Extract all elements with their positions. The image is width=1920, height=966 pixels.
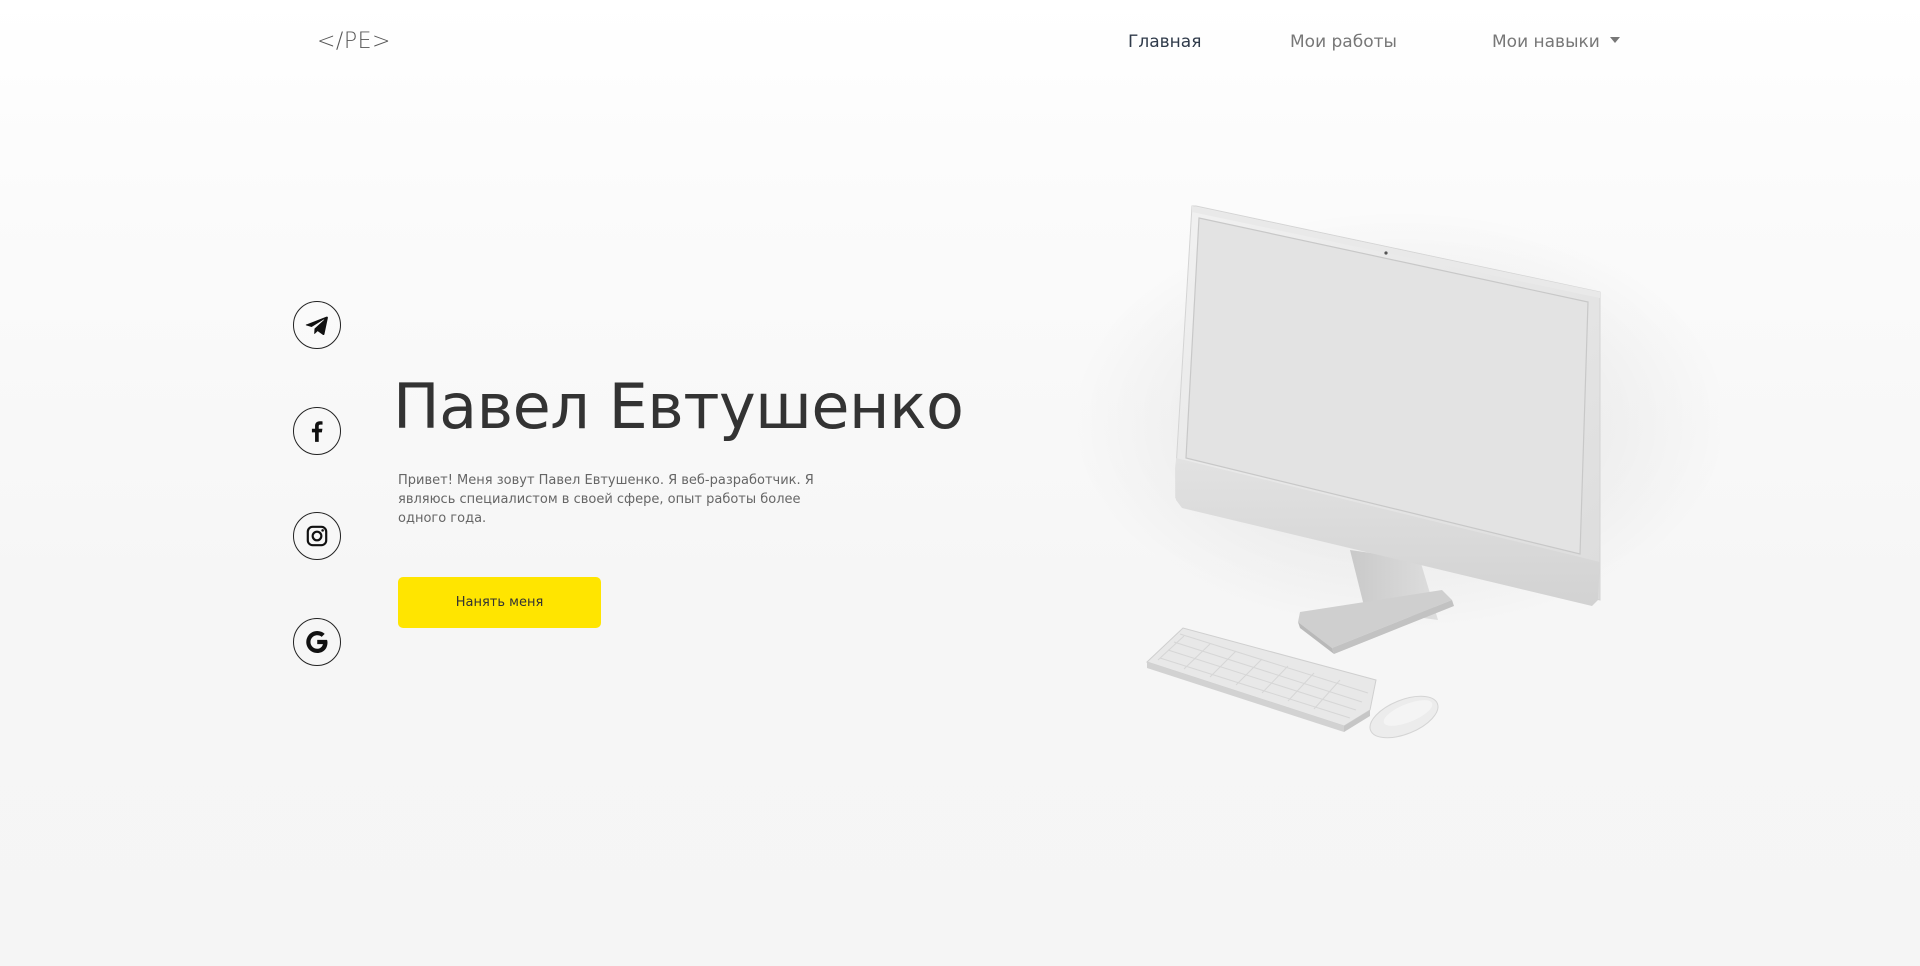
- telegram-icon: [305, 316, 328, 336]
- google-icon: [306, 631, 328, 653]
- instagram-link[interactable]: [293, 512, 341, 560]
- caret-down-icon: [1609, 37, 1620, 43]
- telegram-link[interactable]: [293, 301, 341, 349]
- google-link[interactable]: [293, 618, 341, 666]
- hero-description: Привет! Меня зовут Павел Евтушенко. Я ве…: [398, 473, 814, 526]
- camera-dot: [1384, 251, 1388, 255]
- nav-link-works[interactable]: Мои работы: [1290, 32, 1397, 52]
- nav-link-skills-label: Мои навыки: [1492, 32, 1600, 52]
- nav-link-skills[interactable]: Мои навыки: [1492, 32, 1620, 52]
- main-nav: Главная Мои работы Мои навыки: [0, 32, 1920, 62]
- computer-illustration: [1070, 205, 1720, 739]
- hero-title: Павел Евтушенко: [393, 370, 964, 443]
- mouse: [1369, 695, 1439, 739]
- facebook-icon: [311, 421, 323, 442]
- instagram-icon: [306, 525, 328, 547]
- hire-me-button[interactable]: Нанять меня: [398, 577, 601, 628]
- nav-link-home[interactable]: Главная: [1128, 32, 1201, 52]
- facebook-link[interactable]: [293, 407, 341, 455]
